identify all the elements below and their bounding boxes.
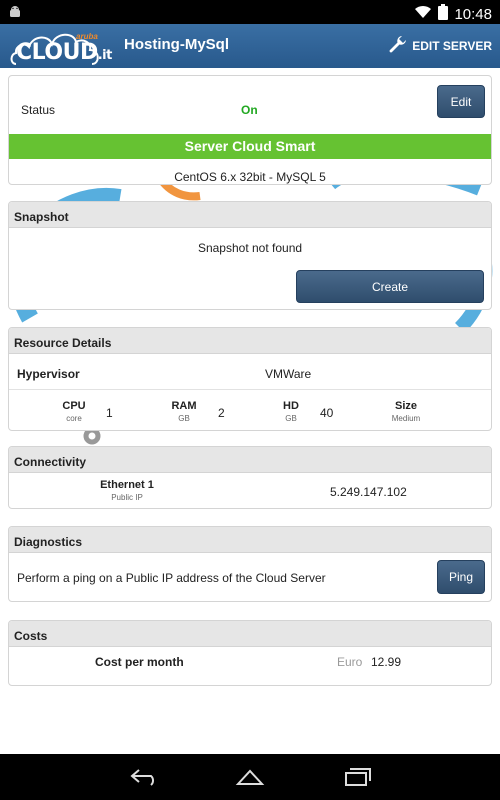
resource-details-title: Resource Details bbox=[9, 328, 491, 354]
connectivity-title: Connectivity bbox=[9, 447, 491, 473]
hypervisor-value: VMWare bbox=[265, 367, 312, 381]
cost-per-month-label: Cost per month bbox=[95, 655, 184, 669]
diagnostics-card: Diagnostics Perform a ping on a Public I… bbox=[8, 526, 492, 602]
navigation-bar bbox=[0, 754, 500, 800]
size-label: Size Medium bbox=[391, 400, 421, 423]
snapshot-card: Snapshot Snapshot not found Create bbox=[8, 201, 492, 310]
cost-currency: Euro bbox=[337, 655, 363, 669]
create-snapshot-button[interactable]: Create bbox=[296, 270, 484, 303]
edit-button[interactable]: Edit bbox=[437, 85, 485, 118]
costs-card: Costs Cost per month Euro 12.99 bbox=[8, 620, 492, 686]
edit-server-label: EDIT SERVER bbox=[412, 38, 492, 53]
status-value: On bbox=[241, 103, 258, 117]
cpu-label: CPU core bbox=[62, 400, 86, 423]
costs-title: Costs bbox=[9, 621, 491, 647]
hd-label: HD GB bbox=[283, 400, 299, 423]
resource-details-card: Resource Details Hypervisor VMWare CPU c… bbox=[8, 327, 492, 431]
logo-text: CLOUD.it bbox=[16, 40, 112, 65]
public-ip-value: 5.249.147.102 bbox=[330, 485, 407, 499]
battery-icon bbox=[438, 4, 449, 24]
app-bar: aruba CLOUD.it Hosting-MySql EDIT SERVER bbox=[0, 24, 500, 68]
app-logo[interactable]: aruba CLOUD.it bbox=[10, 26, 114, 66]
wrench-icon bbox=[388, 34, 408, 57]
status-label: Status bbox=[21, 103, 56, 117]
cpu-value: 1 bbox=[106, 406, 113, 420]
ram-value: 2 bbox=[218, 406, 225, 420]
diagnostics-description: Perform a ping on a Public IP address of… bbox=[17, 571, 326, 585]
os-label: CentOS 6.x 32bit - MySQL 5 bbox=[174, 170, 326, 184]
status-bar: 10:48 bbox=[0, 0, 500, 24]
ethernet-label: Ethernet 1 Public IP bbox=[100, 479, 154, 502]
plan-banner: Server Cloud Smart bbox=[9, 134, 491, 159]
status-card: Status On Edit Server Cloud Smart CentOS… bbox=[8, 75, 492, 185]
cost-value: 12.99 bbox=[371, 655, 402, 669]
back-icon[interactable] bbox=[124, 764, 164, 790]
diagnostics-title: Diagnostics bbox=[9, 527, 491, 553]
wifi-icon bbox=[414, 5, 432, 23]
home-icon[interactable] bbox=[230, 764, 270, 790]
ram-label: RAM GB bbox=[171, 400, 197, 423]
clock: 10:48 bbox=[454, 5, 492, 23]
page-title: Hosting-MySql bbox=[124, 36, 229, 53]
snapshot-title: Snapshot bbox=[9, 202, 491, 228]
android-icon bbox=[8, 5, 22, 24]
ping-button[interactable]: Ping bbox=[437, 560, 485, 594]
snapshot-message: Snapshot not found bbox=[197, 241, 303, 255]
recent-apps-icon[interactable] bbox=[337, 764, 377, 790]
hypervisor-label: Hypervisor bbox=[17, 367, 80, 381]
hd-value: 40 bbox=[320, 406, 334, 420]
divider bbox=[9, 389, 491, 390]
edit-server-button[interactable]: EDIT SERVER bbox=[388, 34, 492, 57]
connectivity-card: Connectivity Ethernet 1 Public IP 5.249.… bbox=[8, 446, 492, 509]
